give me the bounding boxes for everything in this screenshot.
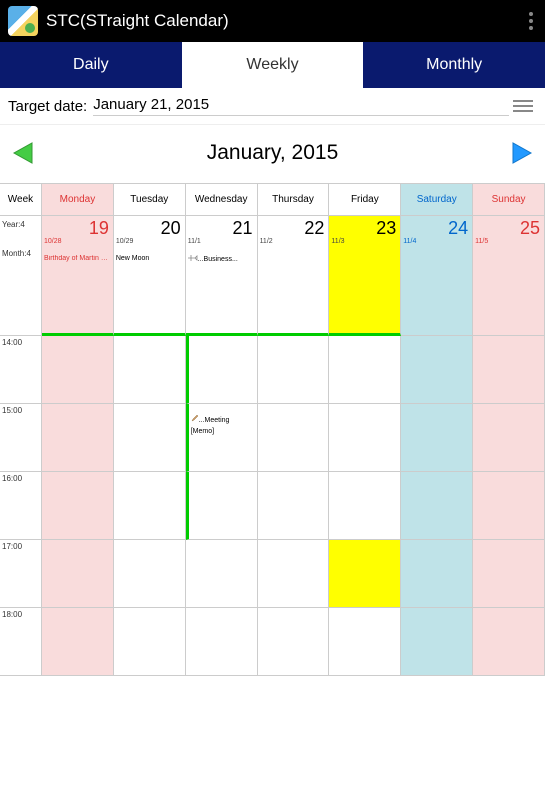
slot-thu-17[interactable]: [258, 540, 330, 608]
slot-fri-18[interactable]: [329, 608, 401, 676]
prev-arrow-icon[interactable]: [8, 139, 36, 167]
event-wed: ...Business...: [186, 255, 257, 263]
hamburger-icon[interactable]: [509, 96, 537, 116]
app-title: STC(STraight Calendar): [46, 11, 229, 31]
slot-fri-15[interactable]: [329, 404, 401, 472]
rowlabel-allday: Year:4 Month:4: [0, 216, 42, 336]
next-arrow-icon[interactable]: [509, 139, 537, 167]
slot-fri-17[interactable]: [329, 540, 401, 608]
slot-mon-17[interactable]: [42, 540, 114, 608]
slot-mon-16[interactable]: [42, 472, 114, 540]
header-week: Week: [0, 184, 42, 216]
rowlabel-16: 16:00: [0, 472, 42, 540]
overflow-menu-icon[interactable]: [525, 8, 537, 34]
event-tue: New Moon: [114, 255, 185, 262]
slot-wed-16[interactable]: [186, 472, 258, 540]
slot-sun-15[interactable]: [473, 404, 545, 472]
day-wed[interactable]: 21 11/1 ...Business...: [186, 216, 258, 336]
daynum-tue: 20: [161, 218, 181, 239]
slot-sat-15[interactable]: [401, 404, 473, 472]
slot-fri-16[interactable]: [329, 472, 401, 540]
rowlabel-18: 18:00: [0, 608, 42, 676]
daynum-fri: 23: [376, 218, 396, 239]
slot-sat-16[interactable]: [401, 472, 473, 540]
slot-sun-18[interactable]: [473, 608, 545, 676]
slot-tue-17[interactable]: [114, 540, 186, 608]
header-mon: Monday: [42, 184, 114, 216]
daynum-sun: 25: [520, 218, 540, 239]
slot-wed-14[interactable]: [186, 336, 258, 404]
target-date-input[interactable]: January 21, 2015: [93, 96, 509, 116]
day-sun[interactable]: 25 11/5: [473, 216, 545, 336]
slot-tue-14[interactable]: [114, 336, 186, 404]
slot-fri-14[interactable]: [329, 336, 401, 404]
slot-sat-18[interactable]: [401, 608, 473, 676]
slot-sun-16[interactable]: [473, 472, 545, 540]
slot-sat-17[interactable]: [401, 540, 473, 608]
month-nav: January, 2015: [0, 125, 545, 175]
target-date-row: Target date: January 21, 2015: [0, 88, 545, 125]
slot-mon-18[interactable]: [42, 608, 114, 676]
rowlabel-15: 15:00: [0, 404, 42, 472]
slot-sun-17[interactable]: [473, 540, 545, 608]
calendar-grid: Week Monday Tuesday Wednesday Thursday F…: [0, 183, 545, 800]
rowlabel-17: 17:00: [0, 540, 42, 608]
tab-monthly[interactable]: Monthly: [363, 42, 545, 88]
month-label: Month:4: [0, 231, 41, 260]
slot-thu-15[interactable]: [258, 404, 330, 472]
daynum-mon: 19: [89, 218, 109, 239]
slot-sun-14[interactable]: [473, 336, 545, 404]
header-thu: Thursday: [258, 184, 330, 216]
slot-tue-15[interactable]: [114, 404, 186, 472]
header-wed: Wednesday: [186, 184, 258, 216]
daynum-thu: 22: [304, 218, 324, 239]
slot-wed-17[interactable]: [186, 540, 258, 608]
slot-tue-18[interactable]: [114, 608, 186, 676]
pencil-icon: [191, 414, 199, 422]
day-fri[interactable]: 23 11/3: [329, 216, 401, 336]
day-tue[interactable]: 20 10/29 New Moon: [114, 216, 186, 336]
app-icon: [8, 6, 38, 36]
month-title: January, 2015: [207, 141, 339, 165]
slot-sat-14[interactable]: [401, 336, 473, 404]
plane-icon: [188, 255, 198, 261]
header-sun: Sunday: [473, 184, 545, 216]
memo-text: [Memo]: [189, 424, 257, 439]
slot-thu-16[interactable]: [258, 472, 330, 540]
day-thu[interactable]: 22 11/2: [258, 216, 330, 336]
year-label: Year:4: [0, 216, 41, 231]
target-date-label: Target date:: [8, 98, 87, 115]
rowlabel-14: 14:00: [0, 336, 42, 404]
slot-mon-14[interactable]: [42, 336, 114, 404]
header-sat: Saturday: [401, 184, 473, 216]
tab-daily[interactable]: Daily: [0, 42, 182, 88]
tab-weekly[interactable]: Weekly: [182, 42, 364, 88]
slot-tue-16[interactable]: [114, 472, 186, 540]
titlebar: STC(STraight Calendar): [0, 0, 545, 42]
day-sat[interactable]: 24 11/4: [401, 216, 473, 336]
daynum-sat: 24: [448, 218, 468, 239]
slot-mon-15[interactable]: [42, 404, 114, 472]
header-fri: Friday: [329, 184, 401, 216]
day-mon[interactable]: 19 10/28 Birthday of Martin Lu...: [42, 216, 114, 336]
slot-thu-18[interactable]: [258, 608, 330, 676]
tabs: Daily Weekly Monthly: [0, 42, 545, 88]
slot-wed-18[interactable]: [186, 608, 258, 676]
event-mon: Birthday of Martin Lu...: [42, 255, 113, 262]
slot-wed-15[interactable]: ...Meeting [Memo]: [186, 404, 258, 472]
daynum-wed: 21: [233, 218, 253, 239]
event-meeting: ...Meeting: [189, 414, 257, 424]
slot-thu-14[interactable]: [258, 336, 330, 404]
header-tue: Tuesday: [114, 184, 186, 216]
